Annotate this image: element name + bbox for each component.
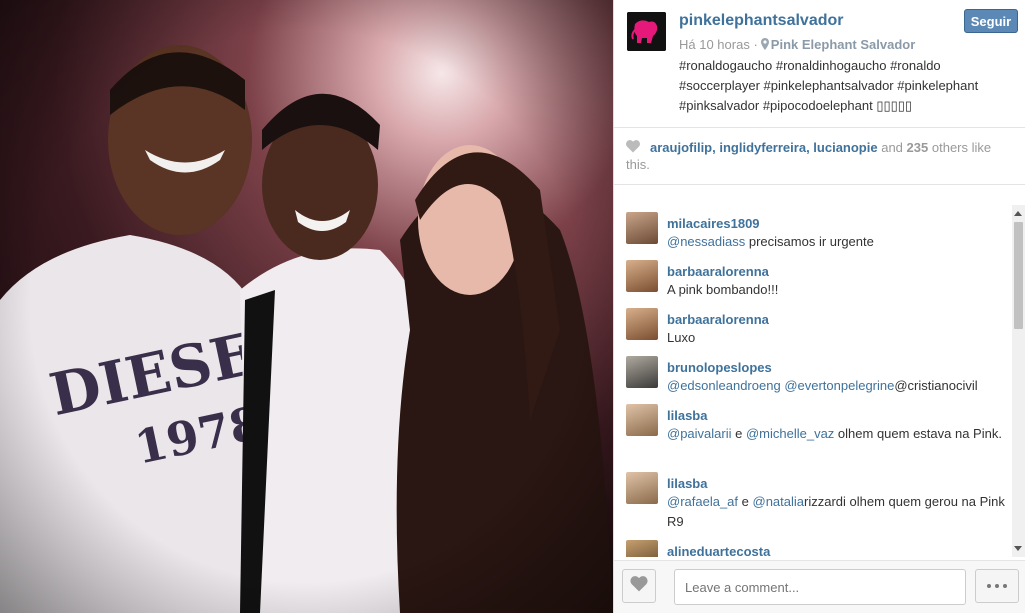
scrollbar-thumb[interactable] bbox=[1014, 222, 1023, 329]
mention-link[interactable]: @edsonleandroeng bbox=[667, 378, 781, 393]
mention-link[interactable]: @paivalarii bbox=[667, 426, 732, 441]
comment-username[interactable]: lilasba bbox=[667, 476, 707, 491]
post-meta: Há 10 horas · Pink Elephant Salvador bbox=[679, 37, 915, 53]
likes-and: and bbox=[881, 140, 903, 155]
comment-text: Luxo bbox=[667, 328, 1005, 348]
photo-image: DIESEL 1978 bbox=[0, 0, 613, 613]
comment-username[interactable]: brunolopeslopes bbox=[667, 360, 772, 375]
comment-text: @rafaela_af e @nataliarizzardi olhem que… bbox=[667, 492, 1005, 532]
commenter-avatar[interactable] bbox=[626, 472, 658, 504]
post-location[interactable]: Pink Elephant Salvador bbox=[771, 37, 916, 52]
heart-icon bbox=[626, 140, 642, 157]
meta-separator: · bbox=[753, 37, 758, 52]
likes-count[interactable]: 235 bbox=[907, 140, 929, 155]
liker-link[interactable]: araujofilip bbox=[650, 140, 712, 155]
comment-text-segment: e bbox=[731, 426, 746, 441]
commenter-avatar[interactable] bbox=[626, 308, 658, 340]
commenter-avatar[interactable] bbox=[626, 356, 658, 388]
divider bbox=[614, 127, 1025, 128]
liker-link[interactable]: lucianopie bbox=[813, 140, 877, 155]
comment-text: @paivalarii e @michelle_vaz olhem quem e… bbox=[667, 424, 1005, 444]
heart-icon bbox=[630, 575, 648, 597]
liker-link[interactable]: inglidyferreira bbox=[719, 140, 806, 155]
mention-link[interactable]: @rafaela_af bbox=[667, 494, 738, 509]
like-button[interactable] bbox=[622, 569, 656, 603]
mention-link[interactable]: @natalia bbox=[753, 494, 805, 509]
commenter-avatar[interactable] bbox=[626, 212, 658, 244]
map-pin-icon bbox=[760, 38, 769, 53]
comment-text: A pink bombando!!! bbox=[667, 280, 1005, 300]
follow-button[interactable]: Seguir bbox=[964, 9, 1018, 33]
account-avatar[interactable] bbox=[627, 12, 666, 51]
comment-item: lilasba @paivalarii e @michelle_vaz olhem… bbox=[614, 397, 1012, 461]
comment-footer bbox=[614, 560, 1025, 613]
commenter-avatar[interactable] bbox=[626, 260, 658, 292]
mention-link[interactable]: @nessadiass bbox=[667, 234, 745, 249]
comment-input[interactable] bbox=[674, 569, 966, 605]
comments-list[interactable]: milacaires1809 @nessadiass precisamos ir … bbox=[614, 205, 1012, 557]
divider bbox=[614, 184, 1025, 185]
comment-text: @edsonleandroeng @evertonpelegrine@crist… bbox=[667, 376, 1005, 396]
pink-elephant-logo-icon bbox=[627, 12, 666, 51]
mention-link[interactable]: @evertonpelegrine bbox=[784, 378, 894, 393]
comment-text-segment: @cristianocivil bbox=[894, 378, 978, 393]
post-photo[interactable]: DIESEL 1978 bbox=[0, 0, 613, 613]
comment-text-segment: A pink bombando!!! bbox=[667, 282, 779, 297]
comment-username[interactable]: milacaires1809 bbox=[667, 216, 760, 231]
mention-link[interactable]: @michelle_vaz bbox=[746, 426, 834, 441]
post-sidebar: pinkelephantsalvador Seguir Há 10 horas … bbox=[613, 0, 1025, 613]
commenter-avatar[interactable] bbox=[626, 404, 658, 436]
scroll-up-arrow-icon[interactable] bbox=[1014, 211, 1022, 216]
post-time[interactable]: Há 10 horas bbox=[679, 37, 750, 52]
comment-username[interactable]: alineduartecosta bbox=[667, 544, 770, 557]
comment-text: @nessadiass precisamos ir urgente bbox=[667, 232, 1005, 252]
comments-scrollbar[interactable] bbox=[1012, 205, 1025, 557]
scroll-down-arrow-icon[interactable] bbox=[1014, 546, 1022, 551]
comment-text-segment: Luxo bbox=[667, 330, 696, 345]
more-options-button[interactable] bbox=[975, 569, 1019, 603]
comment-text-segment: e bbox=[738, 494, 753, 509]
comment-text-segment: olhem quem estava na Pink. bbox=[834, 426, 1002, 441]
comment-text-segment: precisamos ir urgente bbox=[745, 234, 874, 249]
comment-username[interactable]: barbaaralorenna bbox=[667, 264, 769, 279]
comment-username[interactable]: lilasba bbox=[667, 408, 707, 423]
post-username[interactable]: pinkelephantsalvador bbox=[679, 12, 844, 30]
ellipsis-icon bbox=[987, 584, 991, 588]
comment-item: lilasba @rafaela_af e @nataliarizzardi ol… bbox=[614, 465, 1012, 529]
post-caption: #ronaldogaucho #ronaldinhogaucho #ronald… bbox=[679, 58, 979, 113]
comment-item: alineduartecosta bbox=[614, 533, 1012, 557]
likes-summary: araujofilip, inglidyferreira, lucianopie… bbox=[626, 140, 992, 172]
comment-username[interactable]: barbaaralorenna bbox=[667, 312, 769, 327]
commenter-avatar[interactable] bbox=[626, 540, 658, 557]
